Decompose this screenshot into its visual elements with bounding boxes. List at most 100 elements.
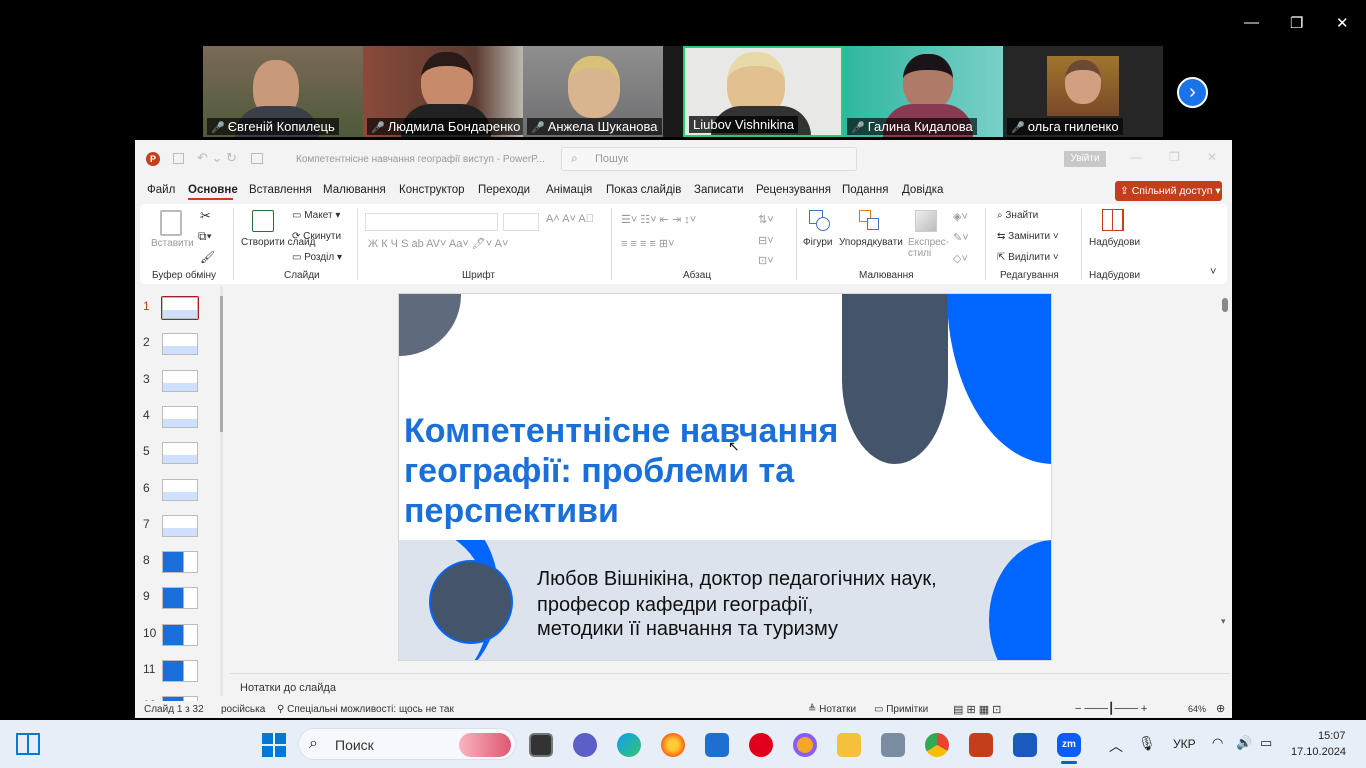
tab-insert[interactable]: Вставлення — [249, 184, 312, 196]
slide-thumbnail[interactable] — [162, 405, 198, 428]
copy-icon[interactable]: ⧉▾ — [198, 229, 212, 244]
accessibility-status[interactable]: ⚲ Спеціальні можливості: щось не так — [277, 704, 454, 715]
align-icons[interactable]: ≡ ≡ ≡ ≡ ⊞˅ — [621, 237, 675, 250]
slide-thumbnail[interactable] — [162, 551, 198, 574]
video-tile-active-speaker[interactable]: Liubov Vishnikina — [683, 46, 843, 137]
align-text-icon[interactable]: ⊟˅ — [758, 234, 774, 247]
zoom-icon[interactable]: zm — [1057, 733, 1081, 757]
font-format-icons[interactable]: Ж К Ч S ab AV˅ Aa˅ 🖊˅ A˅ — [368, 237, 508, 250]
slide-thumbnail[interactable] — [162, 333, 198, 356]
collapse-ribbon-icon[interactable]: ˅ — [1210, 266, 1216, 278]
new-slide-icon[interactable] — [252, 210, 274, 232]
wifi-icon[interactable]: ◠ — [1212, 735, 1223, 751]
zoom-slider[interactable]: − ───┃─── + — [1075, 702, 1147, 715]
search-input[interactable]: ⌕ Пошук — [561, 147, 857, 171]
notes-pane[interactable]: Нотатки до слайда — [230, 673, 1230, 699]
list-icons[interactable]: ☰˅ ☷˅ ⇤ ⇥ ↕˅ — [621, 213, 696, 226]
slide-thumbnail[interactable] — [162, 442, 198, 465]
select-button[interactable]: ⇱ Виділити ˅ — [997, 252, 1059, 263]
addins-button[interactable]: Надбудови — [1089, 237, 1140, 248]
quick-styles-icon[interactable] — [915, 210, 937, 232]
shapes-icon[interactable] — [809, 210, 831, 232]
firefox-icon[interactable] — [661, 733, 685, 757]
task-view-icon[interactable] — [16, 733, 40, 755]
comments-button[interactable]: ▭ Примітки — [874, 704, 928, 715]
tab-animations[interactable]: Анімація — [546, 184, 592, 196]
paste-icon[interactable] — [160, 210, 182, 236]
video-tile[interactable]: 🎤 Анжела Шуканова — [523, 46, 663, 137]
section-button[interactable]: ▭ Розділ ▾ — [292, 252, 342, 263]
format-painter-icon[interactable]: 🖌 — [200, 250, 215, 264]
text-direction-icon[interactable]: ⇅˅ — [758, 213, 774, 226]
minimize-button[interactable]: — — [1244, 14, 1259, 31]
shape-outline-icon[interactable]: ✎˅ — [953, 231, 969, 244]
video-tile[interactable]: 🎤 Євгеній Копилець — [203, 46, 363, 137]
fit-slide-icon[interactable]: ⊕ — [1216, 702, 1225, 715]
file-explorer-icon[interactable] — [837, 733, 861, 757]
addins-icon[interactable] — [1102, 209, 1124, 231]
restore-button[interactable]: ❐ — [1290, 14, 1303, 32]
view-icons[interactable]: ▤ ⊞ ▦ ⊡ — [953, 703, 1001, 716]
tab-draw[interactable]: Малювання — [323, 184, 386, 196]
shape-effects-icon[interactable]: ◇˅ — [953, 252, 968, 265]
taskbar-search[interactable]: ⌕ Поиск — [298, 728, 516, 760]
arrange-icon[interactable] — [859, 210, 881, 232]
tab-view[interactable]: Подання — [842, 184, 888, 196]
chevron-up-icon[interactable]: ︿ — [1109, 736, 1123, 756]
slide-canvas[interactable]: Компетентнісне навчання географії: пробл… — [398, 293, 1052, 661]
video-tile[interactable]: 🎤 Людмила Бондаренко — [363, 46, 523, 137]
share-button[interactable]: ⇪ Спільний доступ ▾ — [1115, 181, 1222, 201]
close-button[interactable]: ✕ — [1336, 14, 1349, 32]
tab-file[interactable]: Файл — [147, 184, 175, 196]
font-size-select[interactable] — [503, 213, 539, 231]
present-icon[interactable] — [251, 153, 263, 164]
powerpoint-icon[interactable] — [969, 733, 993, 757]
tab-record[interactable]: Записати — [694, 184, 744, 196]
browser-icon[interactable] — [793, 733, 817, 757]
windows-start-icon[interactable] — [262, 733, 286, 757]
font-name-select[interactable] — [365, 213, 498, 231]
tab-design[interactable]: Конструктор — [399, 184, 465, 196]
word-icon[interactable] — [1013, 733, 1037, 757]
slide-thumbnail[interactable] — [162, 623, 198, 646]
network-app-icon[interactable] — [881, 733, 905, 757]
tab-slideshow[interactable]: Показ слайдів — [606, 184, 681, 196]
find-button[interactable]: ⌕ Знайти — [997, 210, 1038, 221]
reset-button[interactable]: ⟳ Скинути — [292, 231, 341, 242]
teams-icon[interactable] — [573, 733, 597, 757]
thumbs-scrollbar[interactable] — [220, 286, 223, 696]
shapes-button[interactable]: Фігури — [803, 237, 833, 248]
undo-icon[interactable]: ↶ ⌄ ↻ — [197, 150, 237, 166]
chevron-right-icon[interactable]: › — [1177, 77, 1208, 108]
opera-icon[interactable] — [749, 733, 773, 757]
slide-thumbnail[interactable] — [162, 660, 198, 682]
slide-thumbnail[interactable] — [162, 478, 198, 501]
volume-icon[interactable]: 🔊 — [1236, 735, 1252, 751]
video-tile[interactable]: 🎤 Галина Кидалова — [843, 46, 1003, 137]
store-icon[interactable] — [705, 733, 729, 757]
slide-thumbnail[interactable] — [162, 587, 198, 610]
ppt-close-button[interactable]: ✕ — [1207, 150, 1217, 164]
microphone-icon[interactable]: 🎙 — [1138, 735, 1156, 752]
zoom-level[interactable]: 64% — [1188, 704, 1206, 714]
battery-icon[interactable]: ▭ — [1260, 735, 1272, 751]
notes-button[interactable]: ≜ Нотатки — [808, 704, 856, 715]
layout-button[interactable]: ▭ Макет ▾ — [292, 210, 340, 221]
slide-scrollbar[interactable]: ▾ — [1221, 286, 1229, 656]
smartart-icon[interactable]: ⊡˅ — [758, 254, 774, 267]
edge-icon[interactable] — [617, 733, 641, 757]
clock-date[interactable]: 17.10.2024 — [1291, 746, 1346, 758]
chrome-icon[interactable] — [925, 733, 949, 757]
language-status[interactable]: російська — [221, 704, 265, 715]
quick-styles-button[interactable]: Експрес-стилі — [908, 237, 949, 259]
ppt-restore-button[interactable]: ❐ — [1169, 150, 1180, 164]
ppt-minimize-button[interactable]: — — [1130, 150, 1142, 164]
save-icon[interactable] — [173, 153, 184, 164]
slide-thumbnail[interactable] — [162, 297, 198, 319]
tab-transitions[interactable]: Переходи — [478, 184, 530, 196]
shape-fill-icon[interactable]: ◈˅ — [953, 210, 968, 223]
slide-thumbnail[interactable] — [162, 514, 198, 537]
terminal-icon[interactable] — [529, 733, 553, 757]
tab-review[interactable]: Рецензування — [756, 184, 831, 196]
video-tile[interactable]: 🎤 ольга гниленко — [1003, 46, 1163, 137]
